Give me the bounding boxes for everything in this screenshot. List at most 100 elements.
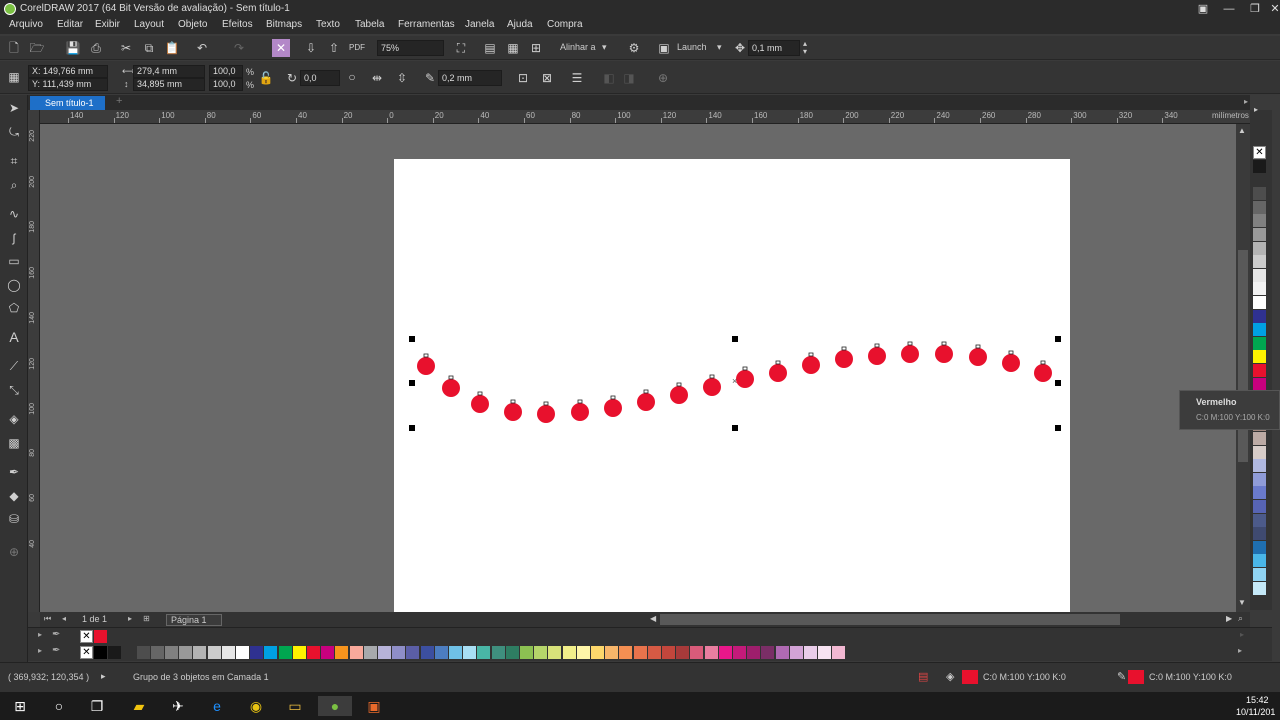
scroll-left-icon[interactable]: ◀ [650,614,656,623]
x-position-input[interactable]: X: 149,766 mm [28,65,108,78]
task-view-icon[interactable]: ❐ [86,696,108,716]
cut-icon[interactable]: ✂ [117,39,135,57]
palette-swatch[interactable] [165,646,178,659]
tab-pagina-1[interactable]: Página 1 [166,614,222,626]
fill-color-swatch[interactable] [962,670,978,684]
pick-tool-icon[interactable]: ➤ [5,99,23,117]
outline-pen-icon[interactable]: ✎ [1117,670,1126,683]
height-input[interactable]: 34,895 mm [133,78,205,91]
back-icon[interactable]: ◨ [620,69,638,87]
align-to-dropdown[interactable]: Alinhar a [560,42,596,52]
palette-swatch[interactable] [832,646,846,659]
menu-janela[interactable]: Janela [465,19,494,30]
nudge-stepper-icon[interactable]: ▴ ▾ [803,40,807,56]
red-bead-shape[interactable] [471,395,489,413]
palette-swatch[interactable] [335,646,349,659]
app-orange-icon[interactable]: ▣ [363,696,385,716]
palette-swatch[interactable] [1253,459,1266,473]
palette-swatch[interactable] [1253,187,1266,201]
lock-ratio-icon[interactable]: 🔓 [257,69,275,87]
palette-swatch[interactable] [1253,472,1266,486]
zoom-navigator-icon[interactable]: ⌕ [1238,613,1243,624]
red-bead-shape[interactable] [637,393,655,411]
palette-swatch[interactable] [264,646,278,659]
palette-swatch[interactable] [1253,173,1266,187]
add-icon[interactable]: ⊕ [654,69,672,87]
scroll-right-icon[interactable]: ▶ [1226,614,1232,623]
shape-tool-icon[interactable]: ⤿ [5,123,23,141]
red-bead-shape[interactable] [604,399,622,417]
scale-y-input[interactable]: 100,0 [209,78,243,91]
interactive-fill-tool-icon[interactable]: ◆ [5,487,23,505]
align-distribute-icon[interactable]: ☰ [568,69,586,87]
palette-swatch[interactable] [1253,160,1266,173]
width-input[interactable]: 279,4 mm [133,65,205,78]
palette-swatch[interactable] [1253,268,1266,282]
red-bead-shape[interactable] [1034,364,1052,382]
copy-icon[interactable]: ⧉ [140,39,158,57]
palette-swatch[interactable] [818,646,832,659]
outline-color-swatch[interactable] [1128,670,1144,684]
palette-scroll-icon[interactable]: ▸ [1240,630,1244,639]
menu-layout[interactable]: Layout [134,19,164,30]
show-grid-icon[interactable]: ▦ [504,39,522,57]
menu-exibir[interactable]: Exibir [95,19,120,30]
nudge-distance-input[interactable]: 0,1 mm [748,40,800,56]
palette-swatch[interactable] [576,646,590,659]
red-bead-shape[interactable] [835,350,853,368]
menu-compra[interactable]: Compra [547,19,583,30]
palette-swatch[interactable] [434,646,448,659]
eyedropper-icon[interactable]: ✒ [52,629,60,640]
polygon-tool-icon[interactable]: ⬠ [5,299,23,317]
scale-x-input[interactable]: 100,0 [209,65,243,78]
menu-texto[interactable]: Texto [316,19,340,30]
palette-swatch[interactable] [221,646,235,659]
red-bead-shape[interactable] [1002,354,1020,372]
palette-swatch[interactable] [1253,540,1266,554]
red-bead-shape[interactable] [736,370,754,388]
palette-swatch[interactable] [349,646,363,659]
redo-icon[interactable]: ↷ [230,39,248,57]
scroll-up-icon[interactable]: ▲ [1238,126,1246,135]
palette-swatch[interactable] [363,646,377,659]
selection-handle-bottom-center[interactable] [732,425,738,431]
palette-swatch[interactable] [562,646,576,659]
menu-ferramentas[interactable]: Ferramentas [398,19,455,30]
print-icon[interactable]: ⎙ [87,39,105,57]
previous-page-icon[interactable]: ◂ [62,614,66,623]
palette-swatch[interactable] [789,646,803,659]
palette-swatch[interactable] [804,646,817,659]
red-bead-shape[interactable] [703,378,721,396]
vertical-scrollbar[interactable]: ▲ ▼ [1236,124,1250,612]
palette-swatch[interactable] [1253,282,1266,296]
menu-tabela[interactable]: Tabela [355,19,384,30]
sticky-notes-icon[interactable]: ▰ [128,696,150,716]
chevron-down-icon[interactable]: ▾ [717,42,722,53]
palette-swatch[interactable] [250,646,264,659]
palette-arrow-icon[interactable]: ▸ [1254,105,1258,114]
red-bead-shape[interactable] [417,357,435,375]
import-icon[interactable]: ⇩ [302,39,320,57]
selection-handle-top-center[interactable] [732,336,738,342]
palette-swatch[interactable] [150,646,164,659]
front-icon[interactable]: ◧ [600,69,618,87]
first-page-icon[interactable]: ⏮ [44,614,51,624]
rectangle-tool-icon[interactable]: ▭ [5,252,23,270]
palette-swatch[interactable] [1253,309,1266,323]
gear-icon[interactable]: ⚙ [625,39,643,57]
close-button[interactable]: ✕ [1262,0,1280,18]
palette-swatch[interactable] [505,646,519,659]
red-bead-shape[interactable] [504,403,522,421]
app-bird-icon[interactable]: ✈ [167,696,189,716]
smart-fill-tool-icon[interactable]: ⛁ [5,510,23,528]
new-tab-icon[interactable]: + [116,95,122,107]
palette-swatch[interactable] [704,646,718,659]
palette-expand-icon[interactable]: ▸ [38,630,42,639]
palette-swatch[interactable] [491,646,505,659]
drawing-layer[interactable] [40,124,1236,612]
palette-swatch[interactable] [747,646,761,659]
palette-swatch[interactable] [1253,432,1266,445]
palette-swatch[interactable] [136,646,150,659]
palette-swatch[interactable] [1253,581,1266,595]
horizontal-scroll-thumb[interactable] [660,614,1120,625]
